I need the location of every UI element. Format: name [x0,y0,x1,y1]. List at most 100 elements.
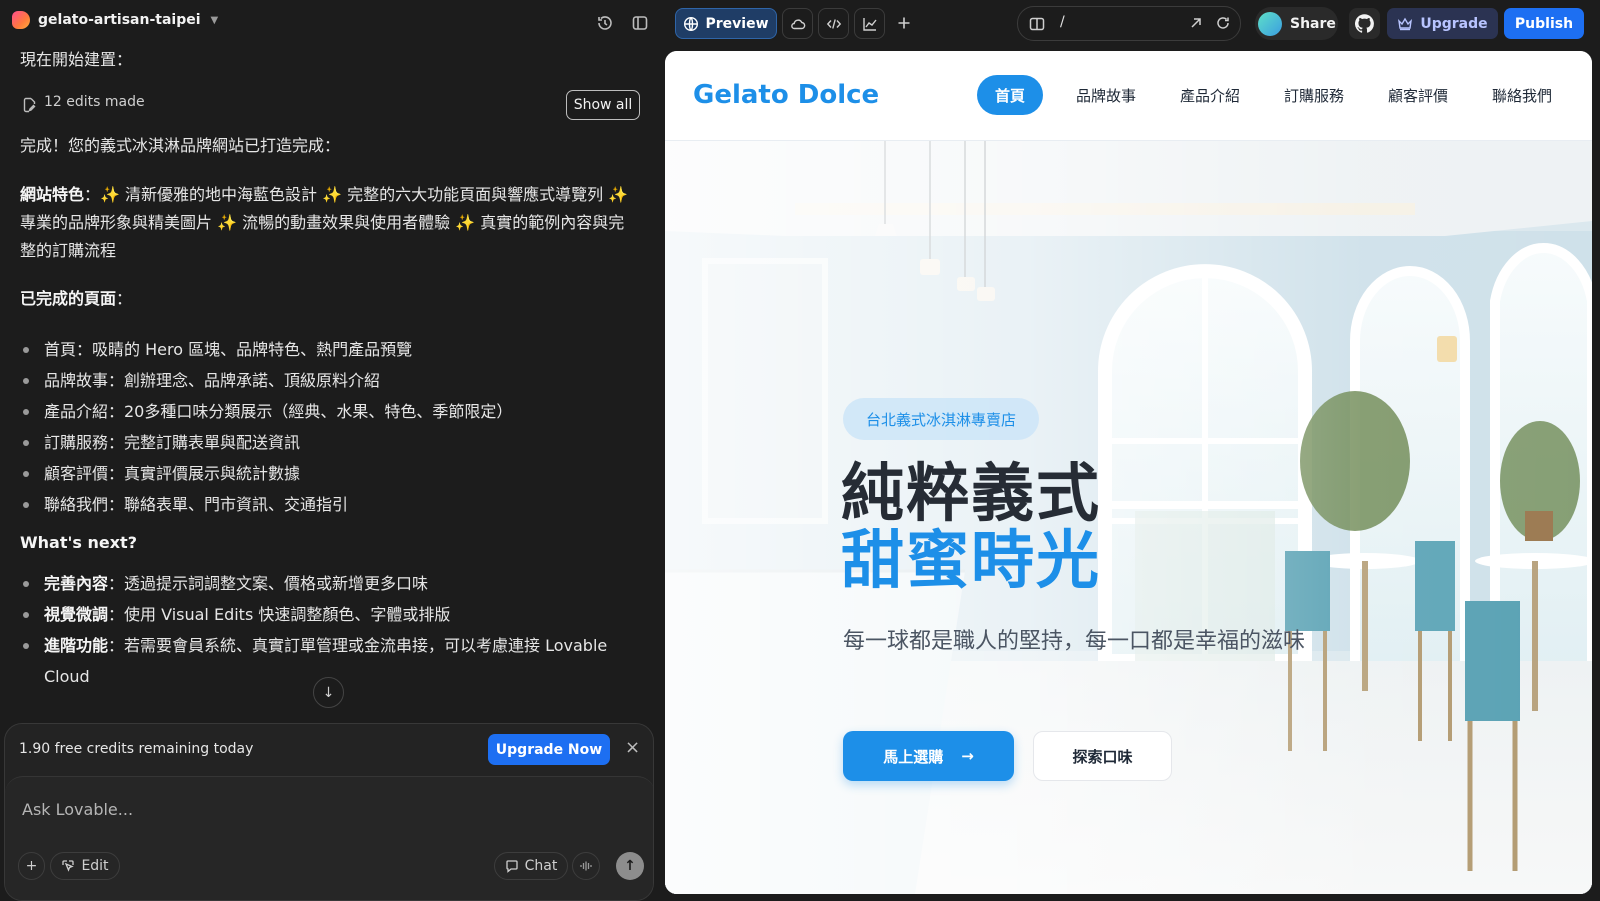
open-external-icon[interactable] [1188,15,1204,35]
shop-now-button[interactable]: 馬上選購 → [843,731,1014,781]
github-icon [1355,14,1374,33]
next-item-text: ：使用 Visual Edits 快速調整顏色、字體或排版 [108,605,451,624]
nav-item-reviews[interactable]: 顧客評價 [1372,75,1464,115]
list-item: 聯絡我們：聯絡表單、門市資訊、交通指引 [20,489,640,520]
file-edit-icon [22,97,38,117]
show-all-button[interactable]: Show all [566,90,640,120]
top-bar: gelato-artisan-taipei ▼ Preview / Share … [0,0,1600,46]
next-list: 完善內容：透過提示詞調整文案、價格或新增更多口味 視覺微調：使用 Visual … [20,568,620,692]
pages-title: 已完成的頁面 [20,289,117,308]
history-icon[interactable] [594,12,616,34]
preview-button[interactable]: Preview [675,8,777,39]
edits-count: 12 edits made [44,94,145,110]
upgrade-now-button[interactable]: Upgrade Now [488,734,610,765]
chat-bubble-icon [505,860,518,873]
attach-button[interactable]: + [18,852,45,880]
edits-summary: 12 edits made Show all [20,90,640,120]
hero-overlay [665,141,1592,894]
upgrade-label: Upgrade [1420,15,1488,32]
share-label: Share [1290,15,1336,32]
chat-messages[interactable]: 現在開始建置： 12 edits made Show all 完成！您的義式冰淇… [20,46,640,706]
list-item: 訂購服務：完整訂購表單與配送資訊 [20,427,640,458]
hero-subtitle: 每一球都是職人的堅持，每一口都是幸福的滋味 [843,629,1306,654]
list-item: 顧客評價：真實評價展示與統計數據 [20,458,640,489]
features-text: ：✨ 清新優雅的地中海藍色設計 ✨ 完整的六大功能頁面與響應式導覽列 ✨ 專業的… [20,185,629,260]
pages-colon: ： [116,289,133,308]
chat-panel: 現在開始建置： 12 edits made Show all 完成！您的義式冰淇… [0,46,657,901]
crown-icon [1398,17,1413,30]
next-item-text: ：透過提示詞調整文案、價格或新增更多口味 [108,574,429,593]
upgrade-button[interactable]: Upgrade [1387,8,1498,39]
site-brand[interactable]: Gelato Dolce [693,80,879,110]
publish-button[interactable]: Publish [1504,8,1584,39]
nav-item-contact[interactable]: 聯絡我們 [1476,75,1568,115]
site-navbar: Gelato Dolce 首頁 品牌故事 產品介紹 訂購服務 顧客評價 聯絡我們 [665,51,1592,141]
voice-button[interactable] [572,852,600,880]
globe-icon [684,16,699,31]
explore-flavors-button[interactable]: 探索口味 [1033,731,1172,781]
send-button[interactable]: ↑ [616,852,644,880]
list-item: 產品介紹：20多種口味分類展示（經典、水果、特色、季節限定） [20,396,640,427]
hero-section: 台北義式冰淇淋專賣店 純粹義式 甜蜜時光 每一球都是職人的堅持，每一口都是幸福的… [665,141,1592,894]
features-title: 網站特色 [20,185,85,204]
nav-item-ordering[interactable]: 訂購服務 [1268,75,1360,115]
list-item: 完善內容：透過提示詞調整文案、價格或新增更多口味 [20,568,620,599]
next-item-label: 進階功能 [44,636,109,655]
github-button[interactable] [1349,8,1380,39]
url-path[interactable]: / [1060,14,1065,30]
website-preview: Gelato Dolce 首頁 品牌故事 產品介紹 訂購服務 顧客評價 聯絡我們 [665,51,1592,894]
cloud-button[interactable] [782,8,813,39]
project-selector[interactable]: gelato-artisan-taipei ▼ [12,11,218,29]
code-button[interactable] [818,8,849,39]
chat-mode-button[interactable]: Chat [494,852,568,880]
preview-label: Preview [705,15,769,32]
shop-now-label: 馬上選購 [883,747,944,766]
close-icon[interactable]: × [625,739,640,757]
nav-item-products[interactable]: 產品介紹 [1164,75,1256,115]
list-item: 首頁：吸睛的 Hero 區塊、品牌特色、熱門產品預覽 [20,334,640,365]
code-icon [826,18,841,29]
chevron-down-icon: ▼ [210,14,219,26]
pages-list: 首頁：吸睛的 Hero 區塊、品牌特色、熱門產品預覽 品牌故事：創辦理念、品牌承… [20,334,640,520]
nav-item-home[interactable]: 首頁 [977,75,1043,115]
analytics-button[interactable] [854,8,885,39]
done-text: 完成！您的義式冰淇淋品牌網站已打造完成： [20,136,341,155]
chat-composer: 1.90 free credits remaining today Upgrad… [4,723,654,901]
list-item: 視覺微調：使用 Visual Edits 快速調整顏色、字體或排版 [20,599,620,630]
edit-label: Edit [81,858,109,874]
features-paragraph: 網站特色：✨ 清新優雅的地中海藍色設計 ✨ 完整的六大功能頁面與響應式導覽列 ✨… [20,181,630,265]
list-item: 品牌故事：創辦理念、品牌承諾、頂級原料介紹 [20,365,640,396]
plus-icon: + [25,858,38,874]
project-name: gelato-artisan-taipei [38,12,201,28]
visual-edit-icon [62,860,75,872]
intro-text: 現在開始建置： [20,50,133,69]
hero-headline: 純粹義式 [841,457,1101,530]
credits-remaining: 1.90 free credits remaining today [19,741,254,757]
chart-icon [862,17,877,31]
next-item-label: 視覺微調 [44,605,109,624]
edit-button[interactable]: Edit [50,852,120,880]
ask-input[interactable] [22,797,582,821]
nav-item-brand-story[interactable]: 品牌故事 [1060,75,1152,115]
avatar [1258,11,1282,36]
waveform-icon [580,861,592,871]
url-bar[interactable]: / [1017,6,1241,41]
chat-label: Chat [524,858,558,874]
location-badge: 台北義式冰淇淋專賣店 [843,398,1039,440]
next-item-label: 完善內容 [44,574,109,593]
plus-icon[interactable] [893,12,915,34]
refresh-icon[interactable] [1215,15,1231,35]
share-button[interactable]: Share [1255,7,1338,40]
arrow-down-icon: ↓ [322,684,335,701]
device-toggle-icon[interactable] [1028,15,1046,37]
lovable-logo-icon [12,11,30,29]
scroll-down-button[interactable]: ↓ [313,677,344,708]
input-area: + Edit Chat ↑ [5,776,653,900]
sidebar-toggle-icon[interactable] [629,12,651,34]
arrow-up-icon: ↑ [624,858,636,874]
arrow-right-icon: → [961,747,974,765]
pages-heading: 已完成的頁面： [20,285,132,313]
cloud-icon [790,18,805,29]
next-title: What's next? [20,533,137,552]
hero-headline-accent: 甜蜜時光 [841,524,1101,597]
